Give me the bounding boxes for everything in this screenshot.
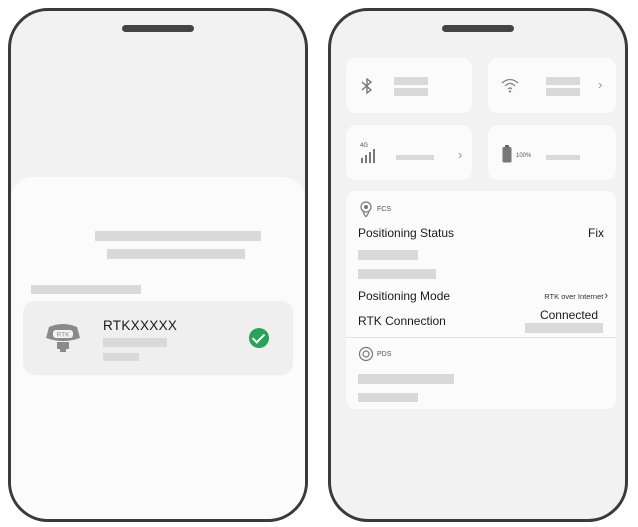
battery-percent: 100% (516, 153, 532, 159)
positioning-info-card: FCS Positioning Status Fix Positioning M… (346, 191, 616, 409)
positioning-status-label: Positioning Status (358, 226, 455, 240)
wifi-tile[interactable]: › (488, 58, 616, 113)
left-phone-frame: RTK RTKXXXXX (8, 8, 308, 522)
bluetooth-tile[interactable] (346, 58, 472, 113)
chevron-right-icon: › (598, 77, 603, 92)
pds-target-icon (358, 346, 374, 362)
device-list-sheet: RTK RTKXXXXX (11, 177, 305, 519)
positioning-mode-value: RTK over Internet (544, 292, 604, 301)
positioning-mode-selector[interactable]: RTK over Internet› (544, 290, 608, 302)
right-phone-frame: › 4G › 100% FCS Positioning Status Fix P… (328, 8, 628, 522)
rtk-connection-label: RTK Connection (358, 314, 446, 328)
placeholder-bar (358, 250, 418, 260)
svg-text:RTK: RTK (57, 332, 71, 339)
rtk-receiver-icon: RTK (46, 324, 80, 352)
chevron-right-icon: › (604, 290, 608, 302)
phone-notch (442, 25, 514, 32)
phone-notch (122, 25, 194, 32)
placeholder-title-line (95, 231, 261, 241)
battery-icon (502, 145, 512, 163)
chevron-right-icon: › (458, 147, 463, 162)
placeholder-bar (358, 269, 436, 279)
battery-tile: 100% (488, 125, 616, 180)
placeholder-bar (358, 393, 418, 402)
placeholder-section-header (31, 285, 141, 294)
placeholder-device-detail (103, 338, 167, 347)
placeholder-bar (396, 155, 434, 160)
placeholder-bar (546, 77, 580, 85)
placeholder-device-detail (103, 353, 139, 361)
fcs-section-label: FCS (377, 206, 391, 213)
section-divider (346, 337, 616, 338)
device-name: RTKXXXXX (103, 318, 178, 333)
pds-section-label: PDS (377, 351, 392, 358)
placeholder-bar (358, 374, 454, 384)
fcs-antenna-icon (360, 201, 372, 217)
cellular-signal-icon (361, 149, 375, 163)
placeholder-bar (394, 77, 428, 85)
positioning-status-value: Fix (588, 226, 604, 240)
placeholder-bar (546, 155, 580, 160)
placeholder-bar (525, 323, 603, 333)
placeholder-bar (546, 88, 580, 96)
rtk-connection-value: Connected (539, 308, 598, 322)
connected-check-icon (249, 328, 269, 348)
wifi-icon (501, 78, 519, 93)
placeholder-subtitle-line (107, 249, 245, 259)
cellular-tile[interactable]: 4G › (346, 125, 472, 180)
bluetooth-icon (361, 77, 373, 95)
placeholder-bar (394, 88, 428, 96)
device-list-item[interactable]: RTK RTKXXXXX (23, 301, 293, 375)
positioning-mode-label: Positioning Mode (358, 289, 451, 303)
